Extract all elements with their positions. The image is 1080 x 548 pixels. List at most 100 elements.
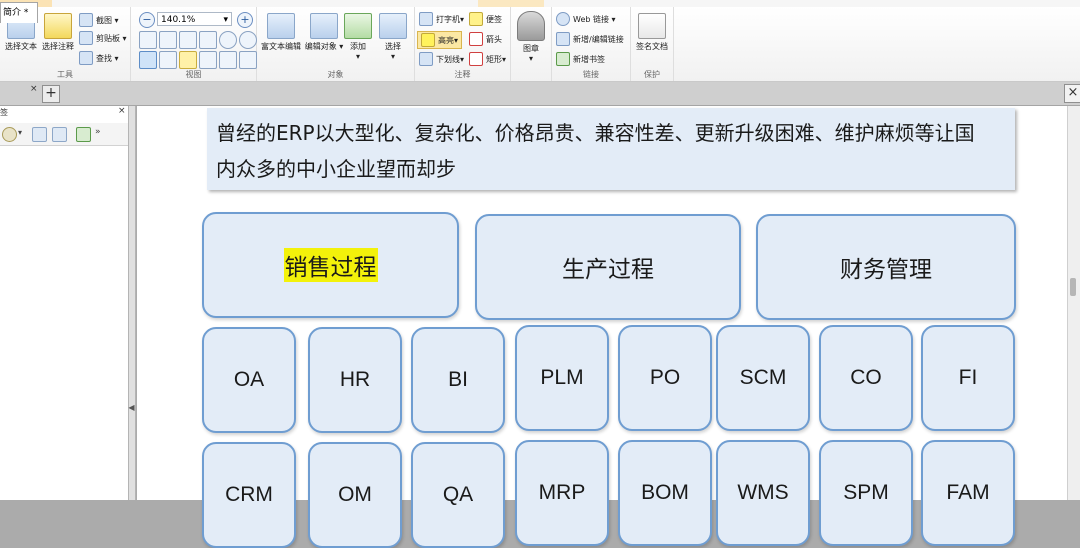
highlight-button[interactable]: 高亮 ▾ [417,31,463,49]
panel-splitter[interactable] [128,106,136,500]
underline-icon [419,52,433,66]
module-label: CO [850,366,882,389]
close-document-button[interactable]: × [1064,84,1080,103]
add-button[interactable]: 添加 ▾ [343,13,373,61]
collapse-arrow-icon[interactable]: ◀ [128,403,135,412]
view-group-label: 视图 [185,70,202,79]
scrollbar-thumb[interactable] [1070,278,1076,296]
zoom-value: 140.1% [161,15,196,25]
rectangle-label: 矩形 [486,54,502,64]
zoom-in-icon[interactable]: + [237,12,253,28]
protect-group-label: 保护 [644,70,660,79]
module-label: SCM [739,366,787,389]
document-tab[interactable]: 简介 * [0,2,38,23]
new-bookmark-label: 新增书签 [573,54,605,64]
module-box: HR [308,327,402,433]
rich-text-edit-label: 富文本编辑 [261,42,301,51]
category-box-sales: 销售过程 [202,212,459,318]
find-label: 查找 [96,53,112,63]
underline-button[interactable]: 下划线 ▾ [419,52,464,66]
stamp-button[interactable]: 图章 ▾ [515,11,547,63]
fit-page-icon[interactable] [159,31,177,49]
link-icon [556,32,570,46]
edit-object-button[interactable]: 编辑对象 ▾ [304,13,344,52]
attachment-icon[interactable] [199,51,217,69]
contextual-menu-tab[interactable] [478,0,544,7]
note-button[interactable]: 便签 [469,12,502,26]
panel-close-icon[interactable]: × [118,106,126,116]
chevron-down-icon[interactable]: ▾ [18,128,22,137]
module-box: FI [921,325,1015,431]
web-link-button[interactable]: Web 链接 ▾ [556,12,616,26]
vertical-scrollbar[interactable] [1067,106,1080,500]
fit-visible-icon[interactable] [199,31,217,49]
module-label: WMS [737,481,789,504]
document-properties-icon[interactable] [219,51,237,69]
module-box: PO [618,325,712,431]
sign-document-button[interactable]: 签名文档 [633,13,671,52]
rotate-right-icon[interactable] [239,31,257,49]
new-bookmark-button[interactable]: 新增书签 [556,52,605,66]
select-annotation-button[interactable]: 选择注释 [40,13,76,52]
arrow-button[interactable]: 箭头 [469,32,502,46]
hand-tool-icon[interactable] [139,51,157,69]
module-box: BI [411,327,505,433]
module-box: BOM [618,440,712,546]
module-box: OA [202,327,296,433]
gear-icon[interactable] [2,127,17,142]
module-box: QA [411,442,505,548]
arrow-icon [469,32,483,46]
view-group: − 140.1% ▾ + 视图 [131,7,257,81]
full-screen-icon[interactable] [239,51,257,69]
stamp-label: 图章 [523,44,539,53]
category-box-finance: 财务管理 [756,214,1016,320]
clipboard-label: 剪贴板 [96,33,120,43]
new-tab-button[interactable]: + [42,85,60,103]
annotation-icon [44,13,72,39]
select-button[interactable]: 选择 ▾ [377,13,409,61]
add-label: 添加 [350,42,366,51]
clipboard-icon [79,31,93,45]
select-annotation-label: 选择注释 [42,42,74,51]
comment-view-icon[interactable] [179,51,197,69]
add-bookmark-icon[interactable] [76,127,91,142]
comment-group: 打字机 ▾ 便签 高亮 ▾ 箭头 下划线 ▾ 矩形 ▾ 注释 [415,7,511,81]
close-tab-icon[interactable]: × [30,84,38,94]
select-text-label: 选择文本 [5,42,37,51]
module-label: BI [448,368,468,391]
find-button[interactable]: 查找 ▾ [79,51,119,65]
web-link-label: Web 链接 [573,14,609,24]
document-tab-label: 简介 * [3,8,29,18]
category-label-finance: 财务管理 [840,257,932,283]
note-label: 便签 [486,14,502,24]
category-box-production: 生产过程 [475,214,741,320]
actual-size-icon[interactable] [139,31,157,49]
zoom-out-icon[interactable]: − [139,12,155,28]
object-group: 富文本编辑 编辑对象 ▾ 添加 ▾ 选择 ▾ 对象 [257,7,415,81]
rotate-left-icon[interactable] [219,31,237,49]
highlight-icon [421,33,435,47]
rectangle-button[interactable]: 矩形 ▾ [469,52,506,66]
module-label: QA [442,483,474,506]
more-icon[interactable]: » [95,127,101,137]
document-tab-bar [0,82,1080,106]
rich-text-edit-button[interactable]: 富文本编辑 [259,13,303,52]
zoom-select[interactable]: 140.1% ▾ [157,12,232,26]
bookmark-icon[interactable] [32,127,47,142]
tools-group-label: 工具 [57,70,73,79]
delete-bookmark-icon[interactable] [52,127,67,142]
new-edit-link-button[interactable]: 新增/编辑链接 [556,32,624,46]
module-label: SPM [843,481,889,504]
screenshot-button[interactable]: 截图 ▾ [79,13,119,27]
link-group: Web 链接 ▾ 新增/编辑链接 新增书签 链接 [552,7,631,81]
module-box: FAM [921,440,1015,546]
panel-title: 签 [0,108,8,117]
highlight-label: 高亮 [438,35,454,45]
underline-label: 下划线 [436,54,460,64]
page-layout-icon[interactable] [159,51,177,69]
fit-width-icon[interactable] [179,31,197,49]
typewriter-button[interactable]: 打字机 ▾ [419,12,464,26]
clipboard-button[interactable]: 剪贴板 ▾ [79,31,127,45]
intro-text-line-2: 内众多的中小企业望而却步 [216,157,456,181]
category-label-sales: 销售过程 [283,248,378,282]
